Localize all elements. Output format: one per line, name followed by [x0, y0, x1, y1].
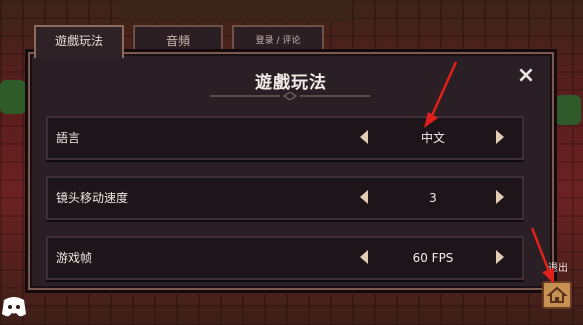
setting-row-camera-speed: 镜头移动速度 3 — [46, 176, 524, 220]
exit-label: 退出 — [548, 263, 568, 274]
close-icon[interactable]: × — [514, 64, 538, 88]
tab-gameplay[interactable]: 遊戲玩法 — [34, 25, 124, 58]
dialog-title: 遊戲玩法 — [255, 73, 327, 93]
tab-login-review[interactable]: 登录 / 评论 — [232, 25, 324, 55]
arrow-right-icon[interactable] — [496, 250, 504, 264]
home-icon — [546, 286, 568, 303]
setting-label: 镜头移动速度 — [56, 191, 129, 205]
setting-row-frame-rate: 游戏帧 60 FPS — [46, 236, 524, 280]
setting-label: 游戏帧 — [56, 251, 93, 265]
background-building — [120, 0, 350, 22]
setting-value: 中文 — [420, 131, 445, 145]
discord-icon[interactable] — [0, 292, 28, 320]
setting-row-language: 語言 中文 — [46, 116, 524, 160]
setting-label: 語言 — [56, 131, 81, 145]
title-ornament-icon — [210, 92, 370, 100]
background-tree — [0, 80, 26, 114]
home-exit-button[interactable] — [542, 281, 572, 309]
background-tree — [555, 95, 581, 125]
setting-value: 3 — [429, 191, 437, 205]
arrow-left-icon[interactable] — [360, 190, 368, 204]
arrow-right-icon[interactable] — [496, 130, 504, 144]
arrow-right-icon[interactable] — [496, 190, 504, 204]
arrow-left-icon[interactable] — [360, 130, 368, 144]
setting-value: 60 FPS — [412, 251, 454, 265]
tab-audio[interactable]: 音頻 — [133, 25, 223, 55]
settings-dialog: 遊戲玩法 × 語言 中文 镜头移动速度 3 游戏帧 60 FPS — [28, 52, 554, 290]
arrow-left-icon[interactable] — [360, 250, 368, 264]
